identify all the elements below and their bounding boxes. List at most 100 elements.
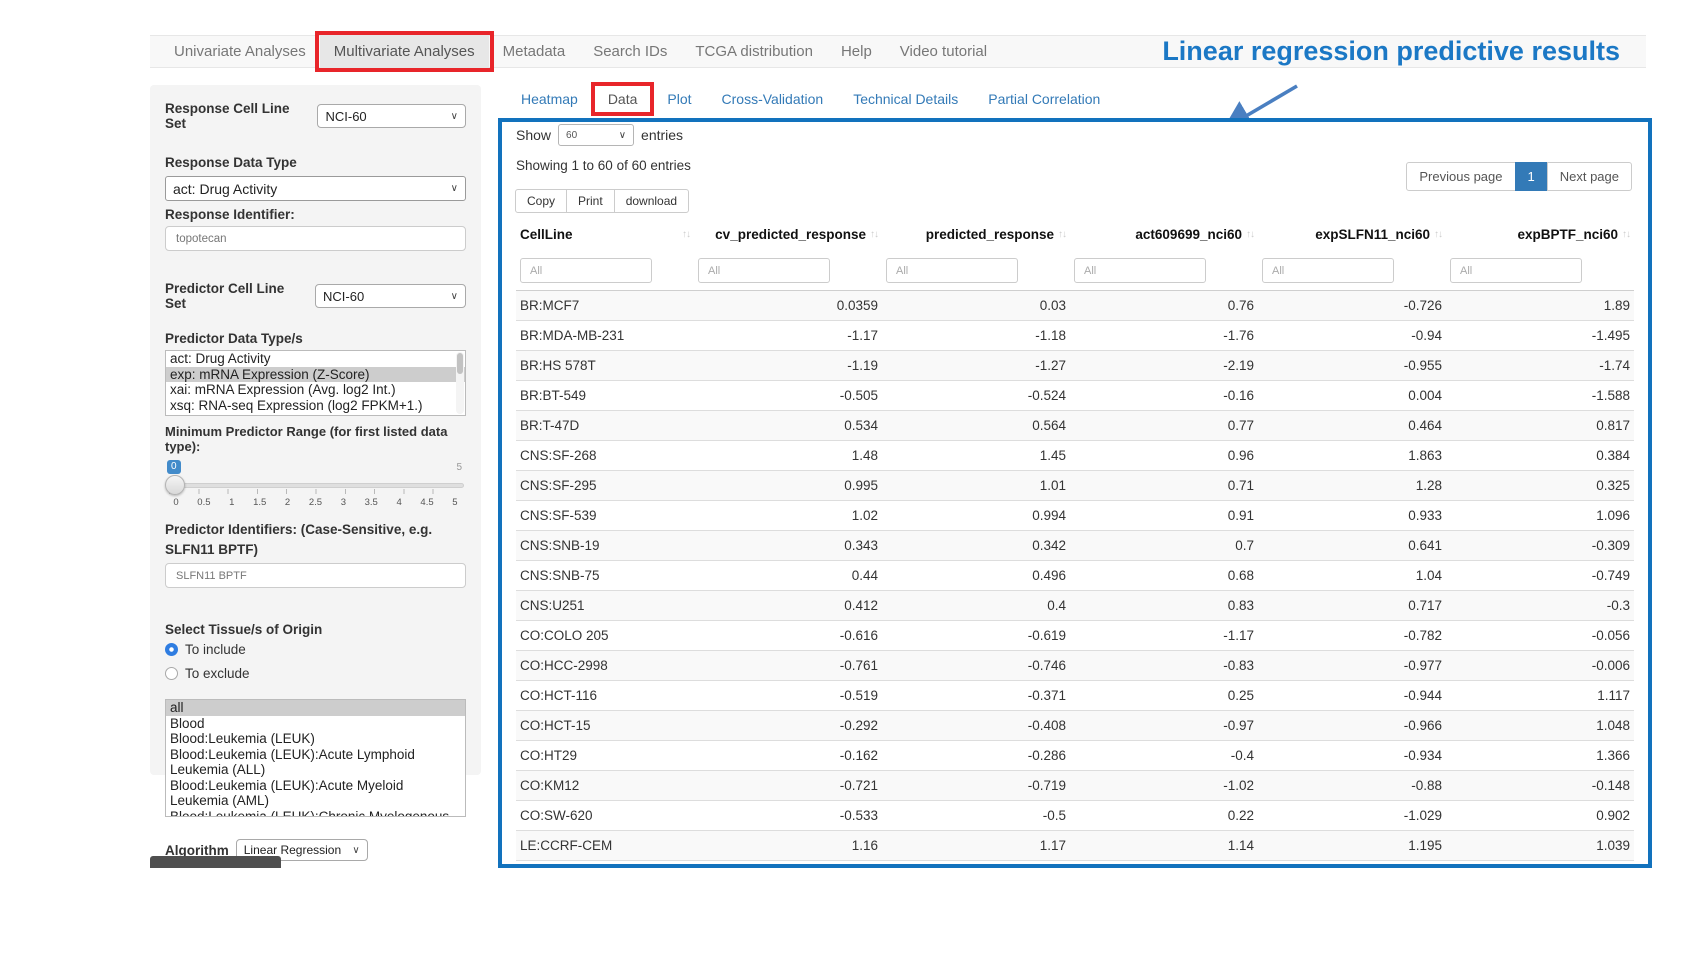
nav-item-multivariate-analyses[interactable]: Multivariate Analyses [320, 36, 489, 67]
min-predictor-range-slider[interactable]: 0 5 00.511.522.533.544.55 [167, 460, 464, 510]
column-header-label: predicted_response [926, 227, 1054, 242]
tab-partial-correlation[interactable]: Partial Correlation [973, 84, 1115, 114]
value-cell: 0.68 [1070, 561, 1258, 591]
nav-item-video-tutorial[interactable]: Video tutorial [886, 36, 1001, 67]
value-cell: -0.726 [1258, 291, 1446, 321]
slider-handle[interactable] [165, 475, 185, 495]
table-row[interactable]: CO:HCC-2998-0.761-0.746-0.83-0.977-0.006 [516, 651, 1634, 681]
nav-item-tcga-distribution[interactable]: TCGA distribution [681, 36, 827, 67]
sort-arrows-icon[interactable]: ↑↓ [1622, 229, 1630, 240]
listbox-option[interactable]: all [166, 700, 465, 716]
table-row[interactable]: BR:HS 578T-1.19-1.27-2.19-0.955-1.74 [516, 351, 1634, 381]
nav-item-search-ids[interactable]: Search IDs [579, 36, 681, 67]
table-row[interactable]: CNS:SNB-750.440.4960.681.04-0.749 [516, 561, 1634, 591]
listbox-option[interactable]: xai: mRNA Expression (Avg. log2 Int.) [166, 382, 465, 398]
column-filter-input-expbptf_nci60[interactable] [1450, 258, 1582, 283]
table-row[interactable]: CNS:U2510.4120.40.830.717-0.3 [516, 591, 1634, 621]
value-cell: -1.02 [1070, 771, 1258, 801]
tissue-listbox[interactable]: allBloodBlood:Leukemia (LEUK)Blood:Leuke… [165, 699, 466, 817]
listbox-option[interactable]: exp: mRNA Expression (Z-Score) [166, 367, 465, 383]
sort-arrows-icon[interactable]: ↑↓ [1058, 229, 1066, 240]
predictor-data-types-listbox[interactable]: act: Drug Activityexp: mRNA Expression (… [165, 350, 466, 416]
table-row[interactable]: CNS:SNB-190.3430.3420.70.641-0.309 [516, 531, 1634, 561]
table-row[interactable]: BR:BT-549-0.505-0.524-0.160.004-1.588 [516, 381, 1634, 411]
response-data-type-select[interactable]: act: Drug Activity∨ [165, 176, 466, 201]
table-row[interactable]: CNS:SF-2681.481.450.961.8630.384 [516, 441, 1634, 471]
tab-plot[interactable]: Plot [652, 84, 706, 114]
column-header-label: cv_predicted_response [715, 227, 866, 242]
listbox-option[interactable]: Blood [166, 716, 465, 732]
predictor-cell-line-set-select[interactable]: NCI-60∨ [315, 284, 466, 308]
tab-technical-details[interactable]: Technical Details [838, 84, 973, 114]
column-filter-input-act609699_nci60[interactable] [1074, 258, 1206, 283]
column-header-act609699_nci60[interactable]: act609699_nci60↑↓ [1070, 219, 1258, 251]
sort-arrows-icon[interactable]: ↑↓ [1246, 229, 1254, 240]
previous-page-button[interactable]: Previous page [1406, 162, 1515, 191]
radio-to-exclude[interactable]: To exclude [165, 666, 466, 681]
predictor-identifiers-input[interactable]: SLFN11 BPTF [165, 563, 466, 588]
listbox-option[interactable]: xsq: RNA-seq Expression (log2 FPKM+1.) [166, 398, 465, 414]
table-row[interactable]: BR:MDA-MB-231-1.17-1.18-1.76-0.94-1.495 [516, 321, 1634, 351]
column-filter-input-expslfn11_nci60[interactable] [1262, 258, 1394, 283]
table-row[interactable]: CNS:SF-5391.020.9940.910.9331.096 [516, 501, 1634, 531]
table-row[interactable]: LE:CCRF-CEM1.161.171.141.1951.039 [516, 831, 1634, 861]
response-cell-line-set-select[interactable]: NCI-60∨ [317, 104, 466, 128]
column-header-expbptf_nci60[interactable]: expBPTF_nci60↑↓ [1446, 219, 1634, 251]
tab-heatmap[interactable]: Heatmap [506, 84, 593, 114]
sort-arrows-icon[interactable]: ↑↓ [870, 229, 878, 240]
column-header-cellline[interactable]: CellLine↑↓ [516, 219, 694, 251]
value-cell: 0.902 [1446, 801, 1634, 831]
nav-item-univariate-analyses[interactable]: Univariate Analyses [160, 36, 320, 67]
table-row[interactable]: CO:KM12-0.721-0.719-1.02-0.88-0.148 [516, 771, 1634, 801]
nav-item-metadata[interactable]: Metadata [489, 36, 580, 67]
print-button[interactable]: Print [566, 189, 615, 213]
column-filter-input-cv_predicted_response[interactable] [698, 258, 830, 283]
value-cell: 0.641 [1258, 531, 1446, 561]
table-row[interactable]: CO:SW-620-0.533-0.50.22-1.0290.902 [516, 801, 1634, 831]
value-cell: -0.719 [882, 771, 1070, 801]
slider-track[interactable] [167, 483, 464, 488]
page-number-button[interactable]: 1 [1515, 162, 1548, 191]
show-entries-select[interactable]: 60∨ [558, 124, 634, 146]
table-row[interactable]: CNS:SF-2950.9951.010.711.280.325 [516, 471, 1634, 501]
annotation-title: Linear regression predictive results [1068, 36, 1620, 67]
table-row[interactable]: BR:MCF70.03590.030.76-0.7261.89 [516, 291, 1634, 321]
tab-data[interactable]: Data [593, 84, 653, 114]
tab-cross-validation[interactable]: Cross-Validation [707, 84, 839, 114]
table-row[interactable]: CO:HT29-0.162-0.286-0.4-0.9341.366 [516, 741, 1634, 771]
column-filter-input-cellline[interactable] [520, 258, 652, 283]
column-filter-input-predicted_response[interactable] [886, 258, 1018, 283]
response-identifier-label: Response Identifier: [165, 207, 466, 222]
value-cell: -0.721 [694, 771, 882, 801]
table-row[interactable]: BR:T-47D0.5340.5640.770.4640.817 [516, 411, 1634, 441]
sort-arrows-icon[interactable]: ↑↓ [1434, 229, 1442, 240]
radio-unselected-icon[interactable] [165, 667, 178, 680]
cellline-cell: LE:HL-60(TB) [516, 861, 694, 869]
value-cell: -0.533 [694, 801, 882, 831]
radio-selected-icon[interactable] [165, 643, 178, 656]
value-cell: 1.45 [882, 441, 1070, 471]
next-page-button[interactable]: Next page [1547, 162, 1632, 191]
column-header-cv_predicted_response[interactable]: cv_predicted_response ↑↓ [694, 219, 882, 251]
response-identifier-input[interactable]: topotecan [165, 226, 466, 251]
radio-to-include[interactable]: To include [165, 642, 466, 657]
sort-arrows-icon[interactable]: ↑↓ [682, 229, 690, 240]
download-button[interactable]: download [614, 189, 689, 213]
table-row[interactable]: CO:COLO 205-0.616-0.619-1.17-0.782-0.056 [516, 621, 1634, 651]
value-cell: 1.89 [1446, 291, 1634, 321]
column-header-expslfn11_nci60[interactable]: expSLFN11_nci60↑↓ [1258, 219, 1446, 251]
nav-item-help[interactable]: Help [827, 36, 886, 67]
listbox-option[interactable]: Blood:Leukemia (LEUK):Acute Lymphoid Leu… [166, 747, 465, 778]
table-row[interactable]: CO:HCT-15-0.292-0.408-0.97-0.9661.048 [516, 711, 1634, 741]
listbox-option[interactable]: Blood:Leukemia (LEUK):Chronic Myelogenou… [166, 809, 465, 818]
scrollbar[interactable] [456, 352, 464, 414]
copy-button[interactable]: Copy [515, 189, 567, 213]
listbox-option[interactable]: Blood:Leukemia (LEUK) [166, 731, 465, 747]
value-cell: -0.286 [882, 741, 1070, 771]
listbox-option[interactable]: act: Drug Activity [166, 351, 465, 367]
table-row[interactable]: CO:HCT-116-0.519-0.3710.25-0.9441.117 [516, 681, 1634, 711]
table-row[interactable]: LE:HL-60(TB)0.9510.9340.681.3070.031 [516, 861, 1634, 869]
column-header-predicted_response[interactable]: predicted_response ↑↓ [882, 219, 1070, 251]
value-cell: -0.148 [1446, 771, 1634, 801]
listbox-option[interactable]: Blood:Leukemia (LEUK):Acute Myeloid Leuk… [166, 778, 465, 809]
